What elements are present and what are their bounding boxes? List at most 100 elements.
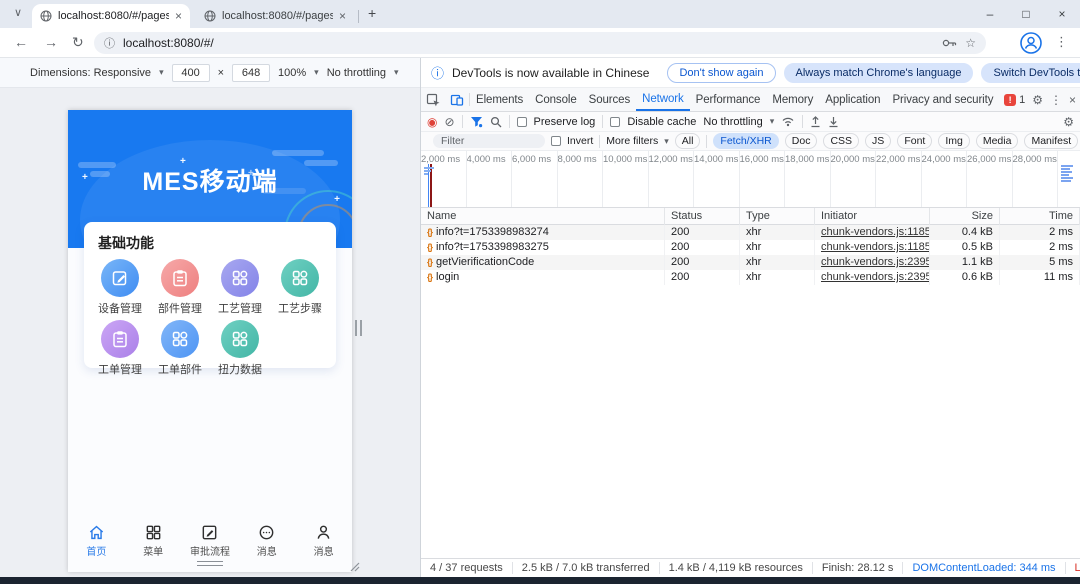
tab-application[interactable]: Application xyxy=(819,88,886,111)
issues-badge[interactable]: ! 1 xyxy=(1004,94,1025,106)
filter-chip-all[interactable]: All xyxy=(674,133,701,149)
throttling-select[interactable]: No throttling xyxy=(327,67,386,79)
grid-item-device-management[interactable]: 设备管理 xyxy=(90,259,150,316)
devtools-close-icon[interactable]: × xyxy=(1069,93,1076,107)
drag-handle[interactable] xyxy=(197,561,223,566)
column-name[interactable]: Name xyxy=(421,208,665,225)
devtools-settings-icon[interactable]: ⚙ xyxy=(1032,93,1043,107)
maximize-button[interactable]: □ xyxy=(1008,0,1044,28)
tab-memory[interactable]: Memory xyxy=(766,88,819,111)
disable-cache-checkbox[interactable] xyxy=(610,116,621,127)
filter-chip-js[interactable]: JS xyxy=(865,133,892,149)
corner-resize-handle[interactable] xyxy=(348,560,360,572)
filter-chip-manifest[interactable]: Manifest xyxy=(1024,133,1079,149)
chevron-down-icon: ▾ xyxy=(769,116,775,126)
switch-to-chinese-button[interactable]: Switch DevTools to Chinese xyxy=(981,62,1080,83)
viewport-height-input[interactable] xyxy=(232,63,271,82)
network-conditions-icon[interactable] xyxy=(781,116,795,127)
tab-close-icon[interactable]: × xyxy=(339,9,346,23)
grid-icon xyxy=(221,259,259,297)
password-key-icon[interactable] xyxy=(942,38,957,48)
address-bar[interactable]: ⓘ localhost:8080/#/ ☆ xyxy=(94,32,986,54)
tabbar-item-profile[interactable]: 消息 xyxy=(295,522,352,560)
tab-elements[interactable]: Elements xyxy=(470,88,529,111)
column-size[interactable]: Size xyxy=(930,208,1000,225)
network-overview-timeline[interactable]: 2,000 ms 4,000 ms 6,000 ms 8,000 ms 10,0… xyxy=(421,151,1080,208)
inspect-element-icon[interactable] xyxy=(421,88,445,111)
network-throttling-select[interactable]: No throttling xyxy=(703,116,762,128)
reload-icon[interactable]: ↻ xyxy=(72,34,84,51)
forward-icon[interactable]: → xyxy=(44,34,58,50)
filter-chip-doc[interactable]: Doc xyxy=(784,133,818,149)
column-status[interactable]: Status xyxy=(665,208,740,225)
column-time[interactable]: Time xyxy=(1000,208,1080,225)
filter-chip-css[interactable]: CSS xyxy=(823,133,860,149)
tabbar-item-message[interactable]: 消息 xyxy=(238,522,295,560)
filter-funnel-icon[interactable] xyxy=(470,116,483,128)
window-close-button[interactable]: × xyxy=(1044,0,1080,28)
record-network-log-icon[interactable]: ◉ xyxy=(427,116,437,128)
new-tab-button[interactable]: + xyxy=(368,5,376,21)
device-toolbar-toggle-icon[interactable] xyxy=(445,88,469,111)
minimize-button[interactable]: – xyxy=(972,0,1008,28)
xhr-braces-icon: {} xyxy=(427,227,433,237)
request-initiator-link[interactable]: chunk-vendors.js:11858 xyxy=(815,240,930,255)
filter-chip-font[interactable]: Font xyxy=(897,133,933,149)
tabbar-item-menu[interactable]: 菜单 xyxy=(125,522,182,560)
devtools-menu-icon[interactable]: ⋮ xyxy=(1050,93,1062,107)
grid-item-torque-data[interactable]: 扭力数据 xyxy=(210,320,270,377)
zoom-select[interactable]: 100% xyxy=(278,67,306,79)
invert-checkbox[interactable] xyxy=(551,136,561,146)
column-type[interactable]: Type xyxy=(740,208,815,225)
filter-chip-media[interactable]: Media xyxy=(975,133,1019,149)
request-initiator-link[interactable]: chunk-vendors.js:11858 xyxy=(815,225,930,240)
profile-avatar[interactable] xyxy=(1020,32,1042,54)
grid-item-process-management[interactable]: 工艺管理 xyxy=(210,259,270,316)
export-har-icon[interactable] xyxy=(828,116,839,128)
browser-menu-icon[interactable]: ⋮ xyxy=(1055,34,1068,50)
back-icon[interactable]: ← xyxy=(14,34,28,50)
filter-chip-img[interactable]: Img xyxy=(938,133,970,149)
table-header[interactable]: Name Status Type Initiator Size Time xyxy=(421,208,1080,225)
request-initiator-link[interactable]: chunk-vendors.js:23954 xyxy=(815,270,930,285)
tab-console[interactable]: Console xyxy=(529,88,583,111)
network-settings-icon[interactable]: ⚙ xyxy=(1063,115,1074,129)
filter-input[interactable] xyxy=(433,134,545,148)
dont-show-again-button[interactable]: Don't show again xyxy=(667,62,776,83)
browser-tab-inactive[interactable]: localhost:8080/#/pages/men × xyxy=(196,4,354,28)
tab-network[interactable]: Network xyxy=(636,88,690,111)
column-initiator[interactable]: Initiator xyxy=(815,208,930,225)
browser-tab-active[interactable]: localhost:8080/#/pages/logi × xyxy=(32,4,190,28)
import-har-icon[interactable] xyxy=(810,115,821,128)
tab-performance[interactable]: Performance xyxy=(690,88,767,111)
request-initiator-link[interactable]: chunk-vendors.js:23954 xyxy=(815,255,930,270)
search-icon[interactable] xyxy=(490,116,502,128)
tab-search-icon[interactable]: ∨ xyxy=(14,6,22,19)
table-row[interactable]: {} getVierificationCode 200 xhr chunk-ven… xyxy=(421,255,1080,270)
table-row[interactable]: {} login 200 xhr chunk-vendors.js:23954 0… xyxy=(421,270,1080,285)
tab-sources[interactable]: Sources xyxy=(583,88,637,111)
tab-close-icon[interactable]: × xyxy=(175,9,182,23)
preserve-log-checkbox[interactable] xyxy=(516,116,527,127)
request-size: 1.1 kB xyxy=(930,255,1000,270)
dimensions-label[interactable]: Dimensions: Responsive xyxy=(30,67,151,79)
more-filters-button[interactable]: More filters xyxy=(606,135,658,147)
divider xyxy=(602,115,604,128)
tabbar-item-home[interactable]: 首页 xyxy=(68,522,125,560)
table-row[interactable]: {} info?t=1753398983274 200 xhr chunk-ven… xyxy=(421,225,1080,240)
viewport-width-input[interactable] xyxy=(171,63,210,82)
grid-item-workorder-parts[interactable]: 工单部件 xyxy=(150,320,210,377)
filter-chip-fetch-xhr[interactable]: Fetch/XHR xyxy=(713,133,779,149)
grid-item-workorder-management[interactable]: 工单管理 xyxy=(90,320,150,377)
grid-item-process-steps[interactable]: 工艺步骤 xyxy=(270,259,330,316)
tab-privacy-security[interactable]: Privacy and security xyxy=(886,88,999,111)
match-language-button[interactable]: Always match Chrome's language xyxy=(783,62,974,83)
site-info-icon[interactable]: ⓘ xyxy=(104,35,115,51)
tabbar-item-approval[interactable]: 审批流程 xyxy=(182,522,239,560)
clear-network-log-icon[interactable]: ⊘ xyxy=(444,116,454,128)
table-row[interactable]: {} info?t=1753398983275 200 xhr chunk-ven… xyxy=(421,240,1080,255)
bookmark-star-icon[interactable]: ☆ xyxy=(965,36,976,50)
grid-item-part-management[interactable]: 部件管理 xyxy=(150,259,210,316)
viewport-resize-handle[interactable] xyxy=(355,320,362,336)
browser-window: ∨ localhost:8080/#/pages/logi × localhos… xyxy=(0,0,1080,584)
